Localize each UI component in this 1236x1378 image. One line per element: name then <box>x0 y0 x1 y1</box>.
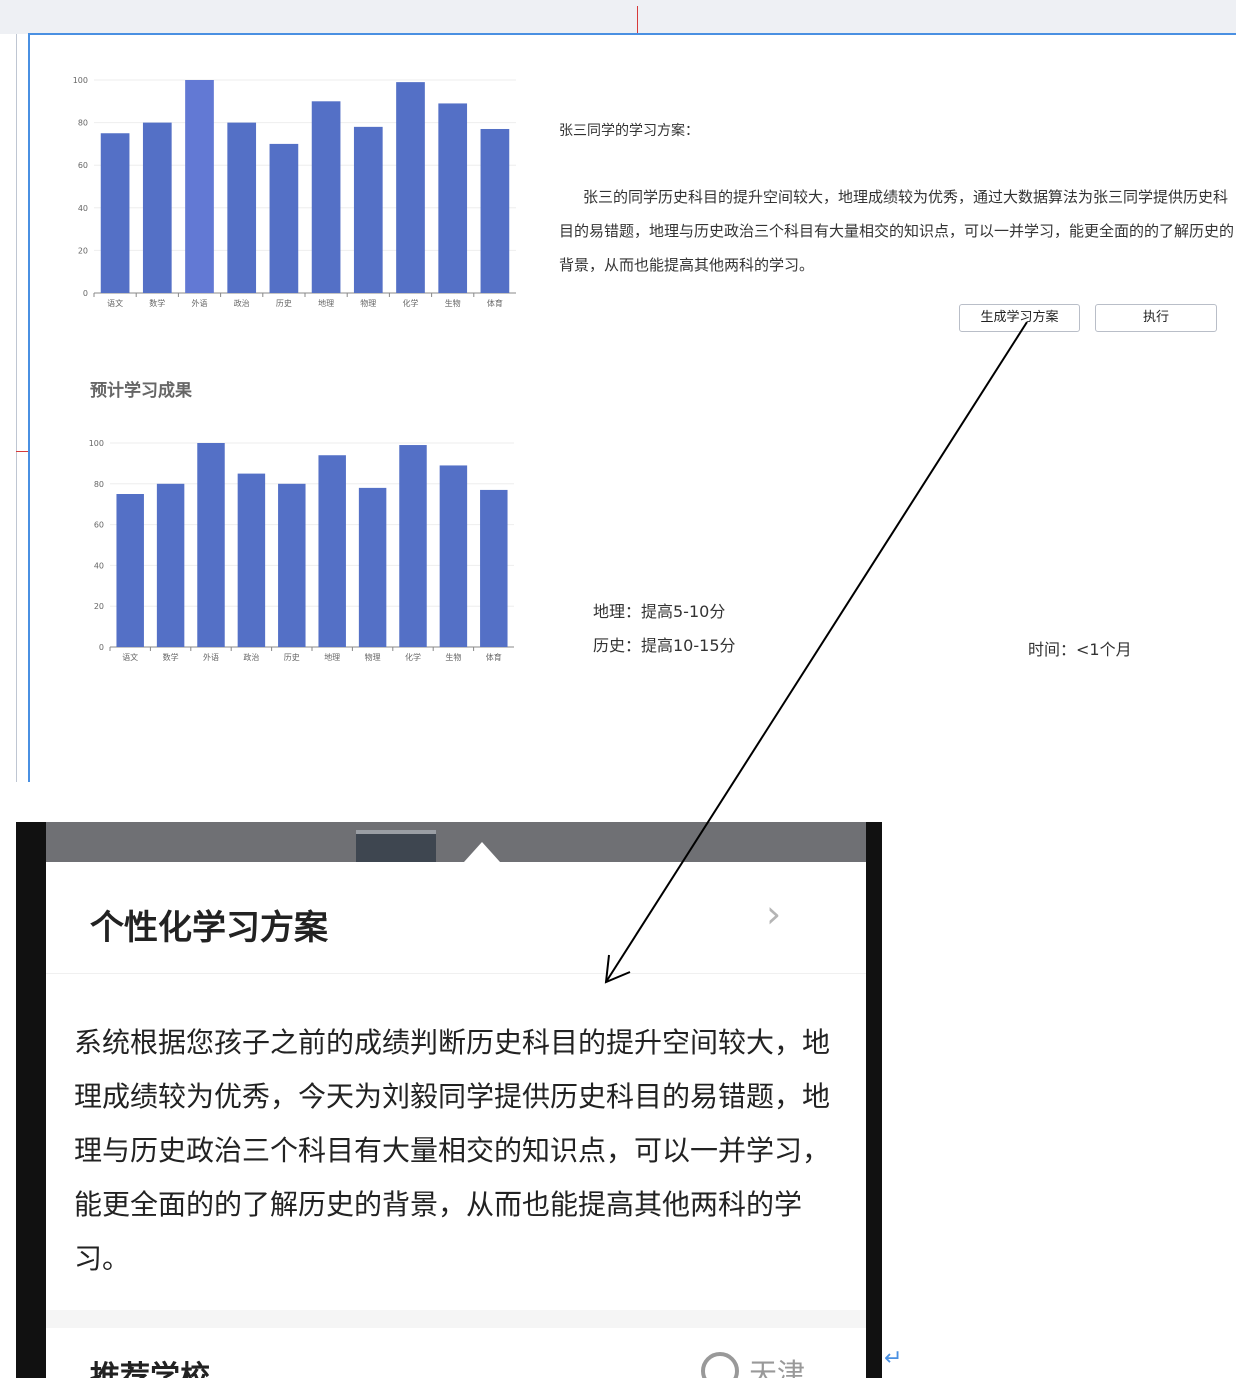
arrow-icon <box>604 321 1028 984</box>
arrow-line <box>605 321 1028 983</box>
